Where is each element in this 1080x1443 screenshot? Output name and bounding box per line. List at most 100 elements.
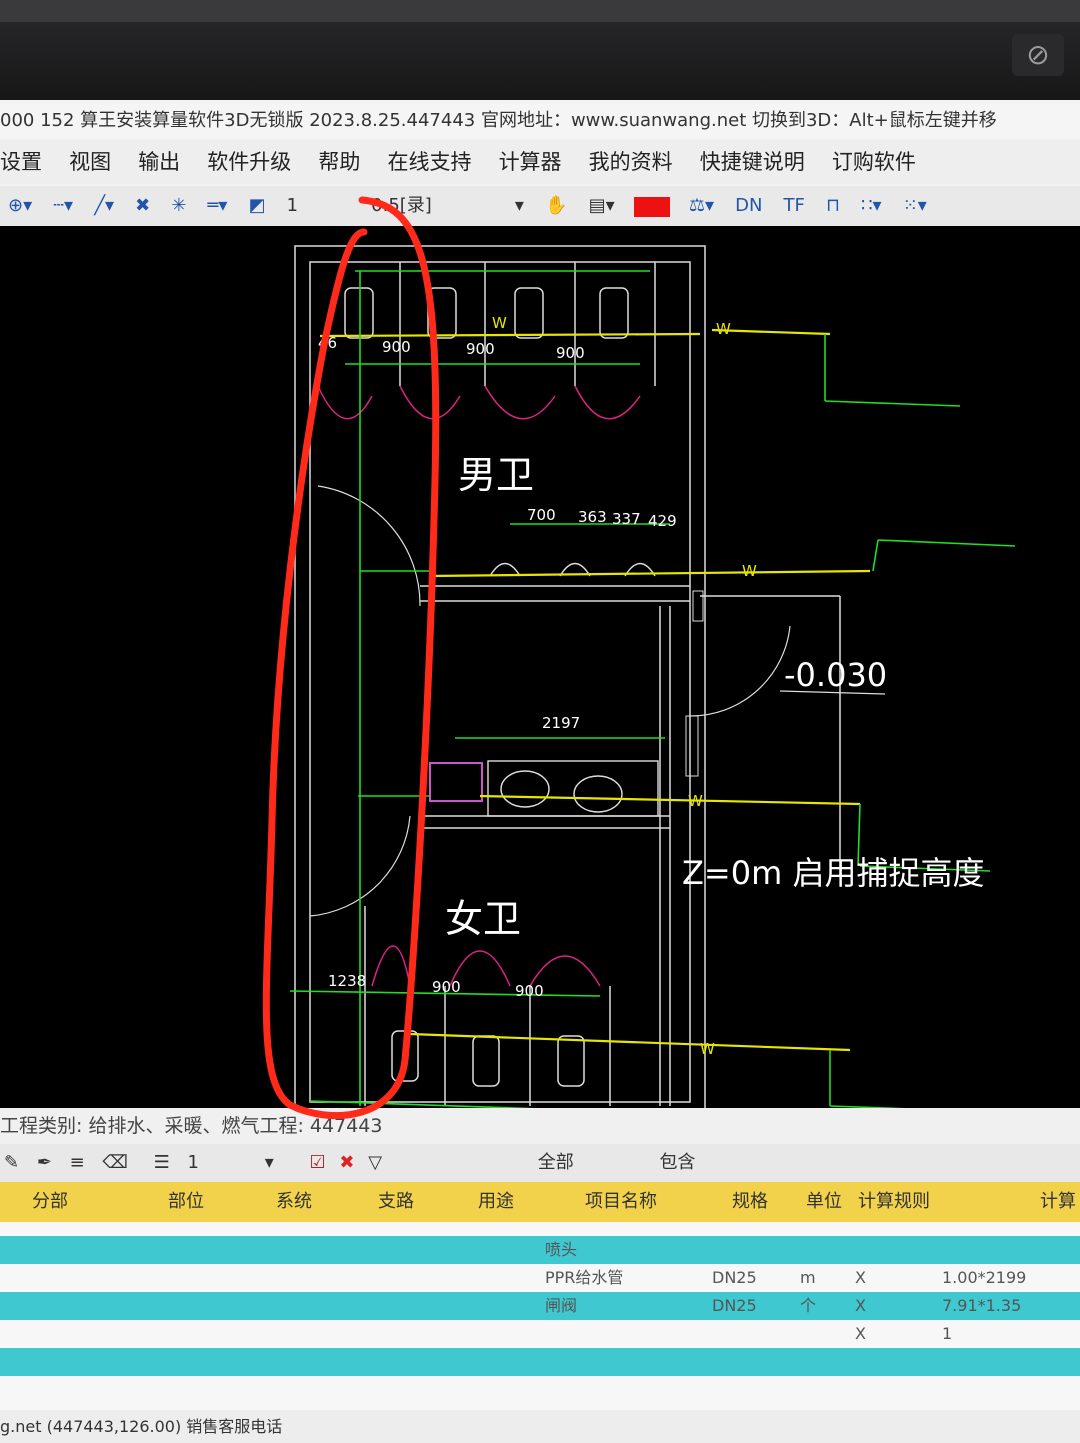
bezel-top-edge <box>0 0 1080 22</box>
check-icon[interactable]: ☑ <box>310 1152 326 1173</box>
cad-drawing-canvas[interactable]: 46 900 900 900 男卫 700 363 337 429 -0.030… <box>0 226 1080 1136</box>
delete-icon[interactable]: ✖ <box>339 1152 354 1173</box>
floor-drain <box>429 762 483 802</box>
camera-off-icon: ⊘ <box>1012 34 1064 76</box>
pipe-tag-4: W <box>688 792 703 810</box>
window-title: 000 152 算王安装算量软件3D无锁版 2023.8.25.447443 官… <box>0 104 1080 138</box>
col-calc[interactable]: 计算 <box>1040 1182 1076 1222</box>
crosshair-icon[interactable]: ⊕▾ <box>8 186 32 226</box>
level-dropdown-icon[interactable]: ▾ <box>265 1152 274 1173</box>
hand-icon[interactable]: ✋ <box>545 186 567 226</box>
project-type-bar: 工程类别: 给排水、采暖、燃气工程: 447443 <box>0 1108 1080 1144</box>
row-spec: DN25 <box>712 1296 757 1315</box>
col-location[interactable]: 部位 <box>168 1182 204 1222</box>
row-calc: 7.91*1.35 <box>942 1296 1022 1315</box>
hatched-wall <box>685 715 699 777</box>
list-icon[interactable]: ☰ <box>154 1152 170 1173</box>
table-row[interactable]: 闸阀 DN25 个 X 7.91*1.35 <box>0 1292 1080 1320</box>
menu-settings[interactable]: 设置 <box>0 140 42 184</box>
drawing-toolbar: ⊕▾ ┄▾ ╱▾ ✖ ✳ ═▾ ◩ 1 0.5[录] ▾ ✋ ▤▾ ⚖▾ DN … <box>0 186 1080 227</box>
row-rule: X <box>855 1268 866 1287</box>
pipe-tag-2: W <box>716 320 731 338</box>
tf-label-button[interactable]: TF <box>784 186 805 226</box>
menu-output[interactable]: 输出 <box>138 140 180 184</box>
dots-icon[interactable]: ⁙▾ <box>903 186 927 226</box>
row-rule: X <box>855 1324 866 1343</box>
dim-urinal-1: 363 <box>578 508 607 526</box>
row-unit: 个 <box>800 1296 817 1315</box>
menu-upgrade[interactable]: 软件升级 <box>207 140 291 184</box>
col-system[interactable]: 系统 <box>276 1182 312 1222</box>
menu-my-data[interactable]: 我的资料 <box>589 140 673 184</box>
row-name: 喷头 <box>545 1240 578 1259</box>
snap-icon[interactable]: ✳ <box>171 186 186 226</box>
dim-top-0: 46 <box>318 334 338 352</box>
col-rule[interactable]: 计算规则 <box>858 1182 930 1222</box>
parallel-icon[interactable]: ═▾ <box>208 186 228 226</box>
row-name: PPR给水管 <box>545 1268 624 1287</box>
dropdown-arrow-icon[interactable]: ▾ <box>515 186 524 226</box>
dim-bottom-2: 900 <box>515 982 544 1000</box>
elevation-label: -0.030 <box>784 656 888 694</box>
dashline-icon[interactable]: ┄▾ <box>53 186 73 226</box>
table-row[interactable]: 喷头 <box>0 1236 1080 1264</box>
snap-height-note: Z=0m 启用捕捉高度 <box>682 854 985 892</box>
col-usage[interactable]: 用途 <box>478 1182 514 1222</box>
dim-top-1: 900 <box>382 338 411 356</box>
color-swatch[interactable] <box>633 196 670 217</box>
grid-toolbar: ✎ ✒ ≡ ⌫ ☰ 1 ▾ ☑ ✖ ▽ 全部 包含 <box>0 1144 1080 1182</box>
table-row[interactable]: X 1 <box>0 1320 1080 1348</box>
menu-calculator[interactable]: 计算器 <box>499 140 562 184</box>
menu-order[interactable]: 订购软件 <box>832 140 916 184</box>
include-select[interactable]: 包含 <box>660 1152 696 1173</box>
scale-value[interactable]: 1 <box>287 186 298 226</box>
dim-top-2: 900 <box>466 340 495 358</box>
menu-bar: 设置 视图 输出 软件升级 帮助 在线支持 计算器 我的资料 快捷键说明 订购软… <box>0 140 1080 184</box>
dim-top-3: 900 <box>556 344 585 362</box>
menu-shortcuts[interactable]: 快捷键说明 <box>700 140 805 184</box>
dn-label-button[interactable]: DN <box>735 186 762 226</box>
layer-icon[interactable]: ▤▾ <box>589 186 615 226</box>
monitor-bezel: ⊘ <box>0 0 1080 104</box>
table-row[interactable] <box>0 1348 1080 1376</box>
dim-bottom-1: 900 <box>432 978 461 996</box>
dim-urinal-3: 429 <box>648 512 677 530</box>
menu-help[interactable]: 帮助 <box>318 140 360 184</box>
filter-icon[interactable]: ▽ <box>368 1152 382 1173</box>
grid-dots-icon[interactable]: ∷▾ <box>861 186 882 226</box>
room-label-male: 男卫 <box>458 453 535 497</box>
edit-icon[interactable]: ✎ <box>4 1152 19 1173</box>
filter-select[interactable]: 全部 <box>538 1152 574 1173</box>
col-unit[interactable]: 单位 <box>806 1182 842 1222</box>
row-unit: m <box>800 1268 816 1287</box>
brush-icon[interactable]: ✒ <box>37 1152 52 1173</box>
pipe-connect-icon[interactable]: ⚖▾ <box>689 186 714 226</box>
pipe-tag-1: W <box>492 314 507 332</box>
dim-urinal-0: 700 <box>527 506 556 524</box>
grid-header: 分部 部位 系统 支路 用途 项目名称 规格 单位 计算规则 计算 <box>0 1182 1080 1222</box>
table-row[interactable]: PPR给水管 DN25 m X 1.00*2199 <box>0 1264 1080 1292</box>
project-type-text: 工程类别: 给排水、采暖、燃气工程: 447443 <box>0 1115 383 1137</box>
eraser-icon[interactable]: ⌫ <box>102 1152 127 1173</box>
row-rule: X <box>855 1296 866 1315</box>
dim-urinal-2: 337 <box>612 510 641 528</box>
lines-icon[interactable]: ≡ <box>70 1152 85 1173</box>
row-spec: DN25 <box>712 1268 757 1287</box>
row-calc: 1 <box>942 1324 953 1343</box>
col-item-name[interactable]: 项目名称 <box>585 1182 657 1222</box>
walls <box>294 245 841 1117</box>
col-spec[interactable]: 规格 <box>732 1182 768 1222</box>
status-text: g.net (447443,126.00) 销售客服电话 <box>0 1417 283 1436</box>
diagonal-icon[interactable]: ╱▾ <box>94 186 114 226</box>
menu-view[interactable]: 视图 <box>69 140 111 184</box>
col-division[interactable]: 分部 <box>32 1182 68 1222</box>
cross-mark-icon[interactable]: ✖ <box>135 186 150 226</box>
dimension-lines <box>289 270 1016 1112</box>
menu-online-support[interactable]: 在线支持 <box>387 140 471 184</box>
step-icon[interactable]: ⊓ <box>826 186 840 226</box>
line-weight-select[interactable]: 0.5[录] <box>371 186 432 226</box>
table-row[interactable] <box>0 1376 1080 1410</box>
col-branch[interactable]: 支路 <box>378 1182 414 1222</box>
scale-icon[interactable]: ◩ <box>249 186 266 226</box>
level-input[interactable]: 1 <box>188 1152 199 1173</box>
